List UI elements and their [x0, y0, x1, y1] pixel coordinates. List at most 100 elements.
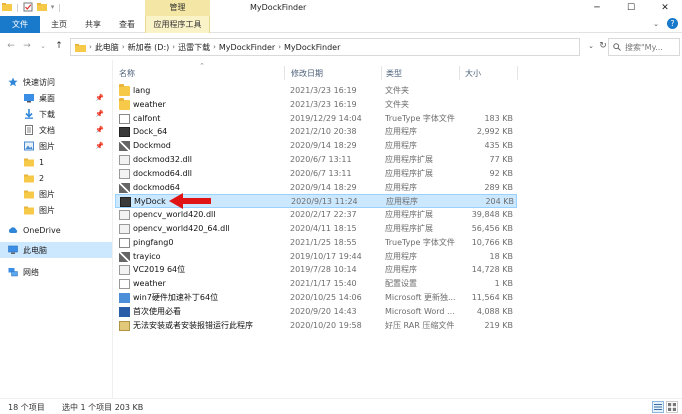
computer-icon [8, 245, 18, 254]
file-type: 配置设置 [385, 279, 417, 289]
nav-folder-pictures-a[interactable]: 图片 [0, 186, 112, 202]
file-type: 应用程序扩展 [385, 168, 433, 178]
file-modified-date: 2020/10/25 14:06 [290, 293, 362, 302]
breadcrumb-xunlei[interactable]: 迅雷下载 [178, 42, 210, 53]
file-modified-date: 2021/3/23 16:19 [290, 86, 357, 95]
tab-home[interactable]: 主页 [44, 16, 74, 33]
file-row[interactable]: weather 2021/3/23 16:19 文件夹 [115, 97, 517, 112]
nav-onedrive[interactable]: OneDrive [0, 222, 112, 238]
nav-desktop[interactable]: 桌面 📌 [0, 90, 112, 106]
title-bar: | ▾ | 管理 MyDockFinder ─ ☐ ✕ [0, 0, 682, 16]
nav-downloads[interactable]: 下载 📌 [0, 106, 112, 122]
file-row[interactable]: Dock_64 2021/2/10 20:38 应用程序 2,992 KB [115, 125, 517, 139]
breadcrumb-this-pc[interactable]: 此电脑 [95, 42, 119, 53]
document-icon [25, 125, 33, 135]
pin-icon[interactable]: 📌 [95, 110, 104, 118]
file-type: 应用程序 [385, 182, 417, 192]
back-button[interactable]: ← [4, 39, 18, 53]
file-name: calfont [133, 113, 161, 123]
file-size: 183 KB [484, 113, 513, 123]
column-separator[interactable] [459, 66, 460, 80]
pin-icon[interactable]: 📌 [95, 142, 104, 150]
file-row[interactable]: opencv_world420_64.dll 2020/4/11 18:15 应用程… [115, 222, 517, 236]
app-icon [120, 197, 131, 208]
window-title: MyDockFinder [250, 3, 307, 12]
file-modified-date: 2020/6/7 13:11 [290, 155, 352, 164]
forward-button[interactable]: → [20, 39, 34, 53]
file-modified-date: 2020/4/11 18:15 [290, 224, 357, 233]
chevron-down-icon: ⌄ [588, 42, 594, 50]
column-header-size[interactable]: 大小 [465, 68, 481, 79]
file-row[interactable]: trayico 2019/10/17 19:44 应用程序 18 KB [115, 250, 517, 264]
file-name: dockmod64.dll [133, 168, 193, 178]
file-row[interactable]: 首次使用必看 2020/9/20 14:43 Microsoft Word ... 4… [115, 305, 517, 319]
tab-file[interactable]: 文件 [0, 16, 40, 33]
column-separator[interactable] [284, 66, 285, 80]
nav-folder-2[interactable]: 2 [0, 170, 112, 186]
manage-label: 管理 [169, 3, 186, 12]
tab-view[interactable]: 查看 [112, 16, 142, 33]
file-row[interactable]: opencv_world420.dll 2020/2/17 22:37 应用程序扩展… [115, 208, 517, 222]
column-separator[interactable] [381, 66, 382, 80]
chevron-down-icon: ⌄ [40, 42, 46, 50]
pin-icon[interactable]: 📌 [95, 126, 104, 134]
minimize-icon: ─ [594, 3, 600, 13]
breadcrumb-drive-d[interactable]: 新加卷 (D:) [128, 42, 170, 53]
star-icon [8, 77, 18, 87]
details-view-button[interactable] [652, 401, 664, 413]
file-row[interactable]: lang 2021/3/23 16:19 文件夹 [115, 84, 517, 98]
customize-dropdown-icon[interactable]: ▾ [51, 3, 55, 11]
selection-info: 选中 1 个项目 203 KB [62, 403, 144, 412]
column-headers: ⌃ 名称 修改日期 类型 大小 [113, 62, 682, 82]
file-row[interactable]: pingfang0 2021/1/25 18:55 TrueType 字体文件 10,… [115, 236, 517, 250]
nav-this-pc[interactable]: 此电脑 [0, 242, 112, 258]
file-row[interactable]: dockmod64.dll 2020/6/7 13:11 应用程序扩展 92 KB [115, 167, 517, 181]
large-icons-view-button[interactable] [666, 401, 678, 413]
close-button[interactable]: ✕ [648, 0, 682, 16]
nav-quick-access[interactable]: 快速访问 [0, 74, 112, 90]
nav-label: 网络 [23, 267, 39, 277]
file-type: TrueType 字体文件 [385, 237, 455, 247]
recent-locations-button[interactable]: ⌄ [36, 39, 50, 53]
minimize-button[interactable]: ─ [580, 0, 614, 16]
tab-application-tools[interactable]: 应用程序工具 [145, 16, 210, 33]
help-icon[interactable]: ? [667, 18, 678, 29]
font-file-icon [119, 237, 130, 248]
file-row[interactable]: VC2019 64位 2019/7/28 10:14 应用程序 14,728 KB [115, 263, 517, 277]
nav-folder-pictures-b[interactable]: 图片 [0, 202, 112, 218]
pin-icon[interactable]: 📌 [95, 94, 104, 102]
breadcrumb-mydockfinder[interactable]: MyDockFinder [219, 43, 275, 52]
manage-context-header: 管理 [145, 0, 210, 16]
expand-ribbon-icon[interactable]: ⌄ [653, 20, 659, 28]
file-type: 文件夹 [385, 99, 409, 109]
file-modified-date: 2020/2/17 22:37 [290, 210, 357, 220]
file-row[interactable]: Dockmod 2020/9/14 18:29 应用程序 435 KB [115, 139, 517, 153]
up-button[interactable]: ↑ [52, 39, 66, 53]
column-separator[interactable] [517, 66, 518, 80]
close-icon: ✕ [661, 3, 669, 13]
new-folder-icon[interactable] [36, 2, 47, 12]
file-row[interactable]: dockmod32.dll 2020/6/7 13:11 应用程序扩展 77 KB [115, 153, 517, 167]
file-row[interactable]: win7硬件加速补丁64位 2020/10/25 14:06 Microsoft 更… [115, 291, 517, 305]
file-size: 77 KB [489, 155, 513, 164]
tab-share[interactable]: 共享 [78, 16, 108, 33]
nav-documents[interactable]: 文档 📌 [0, 122, 112, 138]
maximize-button[interactable]: ☐ [614, 0, 648, 16]
properties-icon[interactable] [23, 2, 33, 12]
file-row[interactable]: 无法安装或者安装报错运行此程序 2020/10/20 19:58 好压 RAR 压缩… [115, 319, 517, 333]
search-box[interactable]: 搜索"My... [608, 38, 680, 56]
sort-ascending-icon: ⌃ [199, 62, 205, 70]
file-row[interactable]: weather 2021/1/17 15:40 配置设置 1 KB [115, 277, 517, 291]
column-header-name[interactable]: 名称 [119, 68, 135, 79]
nav-folder-1[interactable]: 1 [0, 154, 112, 170]
column-header-type[interactable]: 类型 [386, 68, 402, 79]
nav-network[interactable]: 网络 [0, 264, 112, 280]
app-icon [119, 127, 130, 138]
breadcrumb-mydockfinder-current[interactable]: MyDockFinder [284, 43, 340, 52]
address-bar[interactable]: › 此电脑 › 新加卷 (D:) › 迅雷下载 › MyDockFinder ›… [70, 38, 580, 56]
nav-pictures[interactable]: 图片 📌 [0, 138, 112, 154]
column-header-date[interactable]: 修改日期 [291, 68, 323, 79]
file-modified-date: 2020/6/7 13:11 [290, 168, 352, 178]
ribbon-tabs: 文件 主页 共享 查看 应用程序工具 ⌄ ? [0, 16, 682, 33]
file-row[interactable]: calfont 2019/12/29 14:04 TrueType 字体文件 183 … [115, 112, 517, 126]
